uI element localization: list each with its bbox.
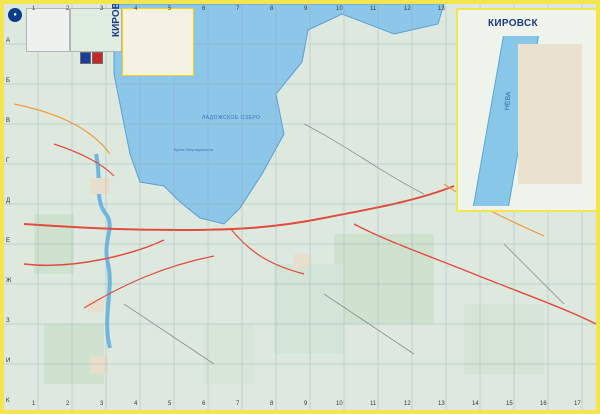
grid-top-12: 12 [404, 6, 411, 12]
map-canvas: ● КИРОВСКИЙ РАЙОН ЛАДОЖСКОЕ ОЗЕРО Бухта … [4, 4, 596, 410]
grid-top-6: 6 [202, 6, 206, 12]
grid-bottom-11: 11 [370, 401, 377, 407]
map-title: КИРОВСКИЙ РАЙОН [111, 4, 122, 37]
grid-bottom-1: 1 [32, 401, 36, 407]
title-panel: КИРОВСКИЙ РАЙОН [111, 4, 194, 76]
grid-bottom-10: 10 [336, 401, 343, 407]
grid-top-13: 13 [438, 6, 445, 12]
grid-bottom-8: 8 [270, 401, 274, 407]
grid-top-11: 11 [370, 6, 377, 12]
grid-top-1: 1 [32, 6, 36, 12]
grid-bottom-9: 9 [304, 401, 308, 407]
grid-side-i: И [6, 358, 11, 364]
grid-bottom-16: 16 [540, 401, 547, 407]
grid-top-3: 3 [100, 6, 104, 12]
map: ● КИРОВСКИЙ РАЙОН ЛАДОЖСКОЕ ОЗЕРО Бухта … [0, 0, 600, 414]
grid-bottom-7: 7 [236, 401, 240, 407]
grid-bottom-14: 14 [472, 401, 479, 407]
grid-bottom-3: 3 [100, 401, 104, 407]
grid-side-v: В [6, 118, 11, 124]
grid-side-g: Г [6, 158, 10, 164]
grid-bottom-6: 6 [202, 401, 206, 407]
grid-side-e: Е [6, 238, 11, 244]
grid-side-a: А [6, 38, 11, 44]
grid-side-z: З [6, 318, 10, 324]
lake-label: ЛАДОЖСКОЕ ОЗЕРО [202, 115, 261, 121]
grid-top-9: 9 [304, 6, 308, 12]
grid-side-d: Д [6, 198, 11, 204]
grid-bottom-13: 13 [438, 401, 445, 407]
brand-logo: ● [8, 8, 22, 22]
grid-bottom-2: 2 [66, 401, 70, 407]
inset-map: НЕВА КИРОВСК [456, 8, 596, 212]
inset-town [518, 44, 582, 184]
grid-top-10: 10 [336, 6, 343, 12]
grid-top-4: 4 [134, 6, 138, 12]
coat-of-arms-2 [92, 52, 103, 64]
inset-title: КИРОВСК [488, 18, 538, 29]
grid-side-zh: Ж [6, 278, 12, 284]
grid-bottom-4: 4 [134, 401, 138, 407]
grid-top-8: 8 [270, 6, 274, 12]
grid-bottom-17: 17 [574, 401, 581, 407]
overview-thumbnail [26, 8, 70, 52]
bay-label: Бухта Петрокрепость [174, 147, 214, 152]
grid-top-7: 7 [236, 6, 240, 12]
grid-bottom-5: 5 [168, 401, 172, 407]
coat-of-arms-1 [80, 52, 91, 64]
grid-top-5: 5 [168, 6, 172, 12]
grid-top-2: 2 [66, 6, 70, 12]
grid-bottom-12: 12 [404, 401, 411, 407]
grid-side-k: К [6, 398, 10, 404]
grid-bottom-15: 15 [506, 401, 513, 407]
grid-side-b: Б [6, 78, 10, 84]
